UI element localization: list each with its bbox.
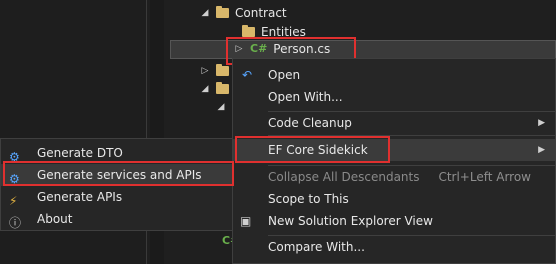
api-icon: ⚡ <box>9 194 18 208</box>
menu-item-compare-with[interactable]: Compare With... <box>233 236 555 258</box>
menu-label: Compare With... <box>268 240 365 254</box>
menu-label: Scope to This <box>268 192 349 206</box>
menu-item-open-with[interactable]: Open With... <box>233 86 555 108</box>
menu-label: New Solution Explorer View <box>268 214 433 228</box>
submenu-label: About <box>37 212 73 226</box>
menu-label: Code Cleanup <box>268 116 352 130</box>
menu-shortcut: Ctrl+Left Arrow <box>438 170 531 184</box>
expand-arrow-icon[interactable]: ◢ <box>200 4 210 22</box>
open-icon: ↶ <box>242 68 253 82</box>
tree-label: Contract <box>235 6 287 20</box>
menu-label: Collapse All Descendants <box>268 170 420 184</box>
folder-icon <box>216 64 229 76</box>
folder-icon <box>216 82 229 94</box>
submenu-item-generate-apis[interactable]: ⚡ Generate APIs <box>1 186 232 208</box>
expand-arrow-icon[interactable]: ◢ <box>200 80 210 98</box>
menu-label: Open <box>268 68 301 82</box>
expand-arrow-icon[interactable]: ▷ <box>200 62 210 80</box>
expand-arrow-icon[interactable]: ◢ <box>216 98 226 116</box>
menu-item-scope-to-this[interactable]: Scope to This <box>233 188 555 210</box>
submenu-arrow-icon: ▶ <box>538 145 545 155</box>
tree-row-collapsed[interactable]: ◢ <box>200 80 235 98</box>
folder-icon <box>216 6 229 18</box>
submenu-label: Generate APIs <box>37 190 123 204</box>
menu-item-code-cleanup[interactable]: Code Cleanup ▶ <box>233 112 555 134</box>
folder-icon <box>242 25 255 37</box>
submenu-arrow-icon: ▶ <box>538 118 545 128</box>
menu-item-collapse-all[interactable]: Collapse All Descendants Ctrl+Left Arrow <box>233 166 555 188</box>
tree-row-collapsed[interactable]: ◢ <box>216 98 232 116</box>
tree-row-contract[interactable]: ◢ Contract <box>200 4 287 22</box>
menu-item-new-solution-explorer-view[interactable]: ▣ New Solution Explorer View <box>233 210 555 232</box>
menu-item-open[interactable]: ↶ Open <box>233 64 555 86</box>
menu-label: Open With... <box>268 90 343 104</box>
new-view-icon: ▣ <box>240 214 252 228</box>
highlight-box <box>3 161 234 186</box>
submenu-item-about[interactable]: ⓘ About <box>1 208 232 230</box>
highlight-box <box>235 136 390 163</box>
info-icon: ⓘ <box>9 216 22 230</box>
gear-icon: ⚙ <box>9 150 20 164</box>
